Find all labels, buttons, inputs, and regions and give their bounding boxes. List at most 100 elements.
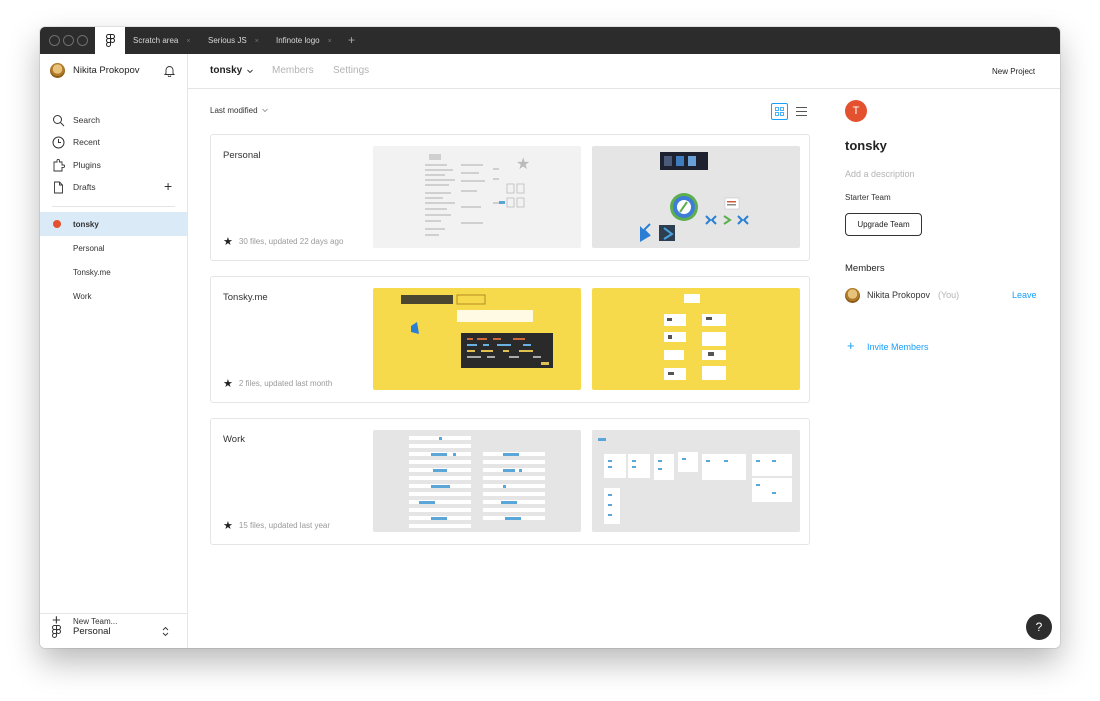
team-dot-icon [53, 220, 61, 228]
star-icon[interactable]: ★ [223, 236, 233, 248]
tab-serious-js[interactable]: Serious JS × [208, 27, 259, 54]
new-project-button[interactable]: New Project [992, 67, 1035, 76]
team-plan: Starter Team [845, 193, 891, 202]
file-thumbnail[interactable] [373, 288, 581, 390]
tab-close-icon[interactable]: × [328, 38, 332, 45]
file-thumbnail[interactable] [592, 430, 800, 532]
thumbnail-preview: ★ [425, 154, 530, 236]
project-card-tonsky-me[interactable]: Tonsky.me ★ 2 files, updated last month [210, 276, 810, 403]
sidebar-project-tonsky-me[interactable]: Tonsky.me [40, 260, 187, 284]
member-name: Nikita Prokopov [867, 290, 931, 300]
project-title: Personal [223, 150, 261, 161]
project-card-work[interactable]: Work ★ 15 files, updated last year [210, 418, 810, 545]
project-meta-text: 2 files, updated last month [238, 379, 333, 388]
sidebar-project-personal[interactable]: Personal [40, 236, 187, 260]
project-meta: ★ 2 files, updated last month [223, 376, 333, 390]
invite-members-button[interactable]: + Invite Members [845, 338, 945, 356]
sort-label: Last modified [210, 106, 258, 115]
tab-members[interactable]: Members [272, 65, 314, 76]
team-name-heading: tonsky [845, 138, 887, 153]
project-label: Personal [73, 244, 105, 253]
workspace-switcher[interactable]: Personal [40, 613, 187, 648]
file-thumbnail[interactable]: ★ [373, 146, 581, 248]
sidebar: Nikita Prokopov Search Recent Plugins Dr… [40, 54, 188, 648]
grid-icon [775, 107, 784, 116]
chevron-up-down-icon [162, 626, 169, 637]
thumbnail-preview [409, 436, 545, 528]
project-meta: ★ 30 files, updated 22 days ago [223, 234, 344, 248]
sidebar-item-plugins[interactable]: Plugins [40, 155, 187, 177]
title-bar: Scratch area × Serious JS × Infinote logo ×… [40, 27, 1060, 54]
sidebar-item-label: Search [73, 115, 100, 125]
project-card-personal[interactable]: Personal ★ 30 files, updated 22 days ago [210, 134, 810, 261]
sidebar-item-label: Drafts [73, 182, 96, 192]
list-view-button[interactable] [793, 103, 810, 120]
member-you-label: (You) [938, 290, 960, 300]
new-tab-button[interactable]: + [348, 27, 355, 54]
user-row[interactable]: Nikita Prokopov [40, 54, 187, 88]
thumbnail-preview [598, 438, 792, 524]
bell-icon[interactable] [164, 65, 175, 77]
tab-label: Infinote logo [276, 36, 320, 45]
sidebar-project-work[interactable]: Work [40, 284, 187, 308]
member-row: Nikita Prokopov (You) Leave [822, 285, 1060, 305]
tab-scratch-area[interactable]: Scratch area × [133, 27, 190, 54]
tab-settings[interactable]: Settings [333, 65, 369, 76]
thumbnail-preview [664, 294, 726, 380]
tab-close-icon[interactable]: × [186, 38, 190, 45]
invite-members-label: Invite Members [867, 342, 929, 352]
sort-dropdown[interactable]: Last modified [210, 106, 268, 115]
team-switcher[interactable]: tonsky [210, 54, 258, 89]
project-meta: ★ 15 files, updated last year [223, 518, 331, 532]
leave-link[interactable]: Leave [1012, 290, 1037, 300]
user-name: Nikita Prokopov [73, 65, 140, 76]
sidebar-item-search[interactable]: Search [40, 110, 187, 132]
tab-label: Scratch area [133, 36, 179, 45]
top-bar: tonsky Members Settings New Project [188, 54, 1060, 89]
sidebar-item-label: Recent [73, 137, 100, 147]
team-info-panel: T tonsky Add a description Starter Team … [822, 89, 1060, 648]
project-label: Work [73, 292, 92, 301]
star-icon[interactable]: ★ [223, 520, 233, 532]
thumbnail-preview [640, 152, 749, 242]
sidebar-item-drafts[interactable]: Drafts + [40, 177, 187, 199]
file-thumbnail[interactable] [592, 288, 800, 390]
help-button[interactable]: ? [1026, 614, 1052, 640]
team-description-field[interactable]: Add a description [845, 169, 915, 179]
minimize-window-button[interactable] [63, 35, 74, 46]
upgrade-team-button[interactable]: Upgrade Team [845, 213, 922, 236]
sidebar-item-recent[interactable]: Recent [40, 132, 187, 154]
sidebar-item-label: Plugins [73, 160, 101, 170]
file-icon [54, 181, 63, 194]
grid-view-button[interactable] [771, 103, 788, 120]
svg-text:★: ★ [516, 154, 530, 173]
project-title: Work [223, 434, 245, 445]
tab-infinote-logo[interactable]: Infinote logo × [276, 27, 332, 54]
workspace-label: Personal [73, 626, 111, 637]
tab-close-icon[interactable]: × [255, 38, 259, 45]
add-draft-button[interactable]: + [164, 178, 172, 194]
file-thumbnail[interactable] [373, 430, 581, 532]
project-title: Tonsky.me [223, 292, 268, 303]
tab-label: Serious JS [208, 36, 247, 45]
sidebar-divider [52, 206, 175, 207]
star-icon[interactable]: ★ [223, 378, 233, 390]
team-label: tonsky [73, 220, 99, 229]
plus-icon: + [847, 338, 855, 353]
chevron-down-icon [262, 108, 268, 113]
home-tab[interactable] [95, 27, 125, 54]
avatar [50, 63, 65, 78]
project-meta-text: 30 files, updated 22 days ago [238, 237, 344, 246]
file-thumbnail[interactable] [592, 146, 800, 248]
close-window-button[interactable] [49, 35, 60, 46]
clock-icon [52, 136, 65, 149]
project-meta-text: 15 files, updated last year [238, 521, 331, 530]
app-window: Scratch area × Serious JS × Infinote logo ×… [40, 27, 1060, 648]
plugin-icon [53, 159, 65, 172]
figma-logo-icon [105, 34, 115, 47]
sidebar-team-tonsky[interactable]: tonsky [40, 212, 187, 236]
team-avatar: T [845, 100, 867, 122]
project-label: Tonsky.me [73, 268, 111, 277]
project-list: Last modified Personal ★ 30 files, update… [188, 89, 822, 648]
maximize-window-button[interactable] [77, 35, 88, 46]
